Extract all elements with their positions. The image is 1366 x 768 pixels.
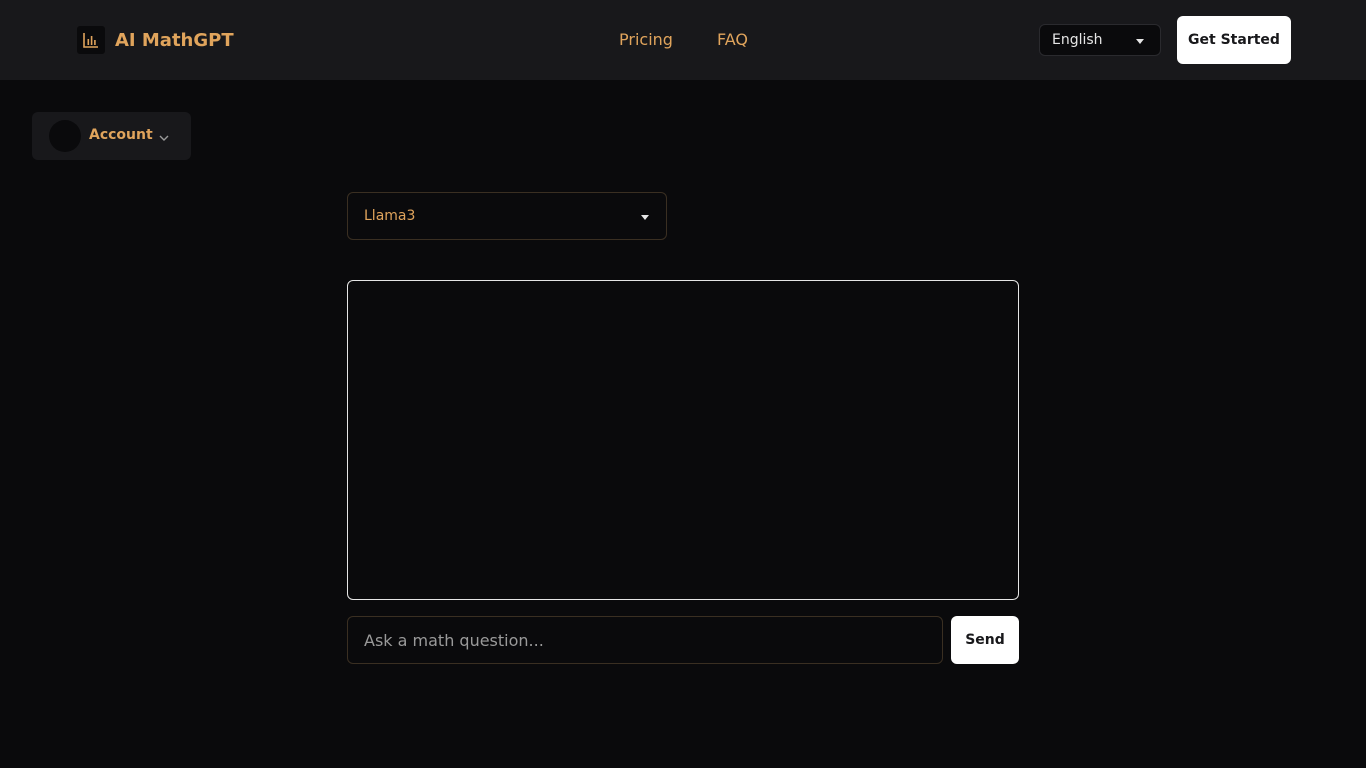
send-button[interactable]: Send bbox=[951, 616, 1019, 664]
model-selected-value: Llama3 bbox=[364, 208, 416, 224]
chevron-down-icon bbox=[158, 129, 170, 148]
top-navbar: AI MathGPT Pricing FAQ English Get Start… bbox=[0, 0, 1366, 80]
language-selected-value: English bbox=[1052, 32, 1103, 48]
avatar bbox=[49, 120, 81, 152]
question-input[interactable] bbox=[347, 616, 943, 664]
logo[interactable]: AI MathGPT bbox=[77, 26, 234, 54]
model-select[interactable]: Llama3 bbox=[347, 192, 667, 240]
caret-down-icon bbox=[1136, 39, 1144, 44]
app-name: AI MathGPT bbox=[115, 29, 234, 51]
get-started-button[interactable]: Get Started bbox=[1177, 16, 1291, 64]
bar-chart-icon bbox=[77, 26, 105, 54]
account-label: Account bbox=[89, 127, 153, 143]
nav-link-pricing[interactable]: Pricing bbox=[619, 30, 673, 49]
nav-link-faq[interactable]: FAQ bbox=[717, 30, 748, 49]
chat-messages-area[interactable] bbox=[347, 280, 1019, 600]
account-menu-button[interactable]: Account bbox=[32, 112, 191, 160]
caret-down-icon bbox=[641, 215, 649, 220]
language-select[interactable]: English bbox=[1039, 24, 1161, 56]
